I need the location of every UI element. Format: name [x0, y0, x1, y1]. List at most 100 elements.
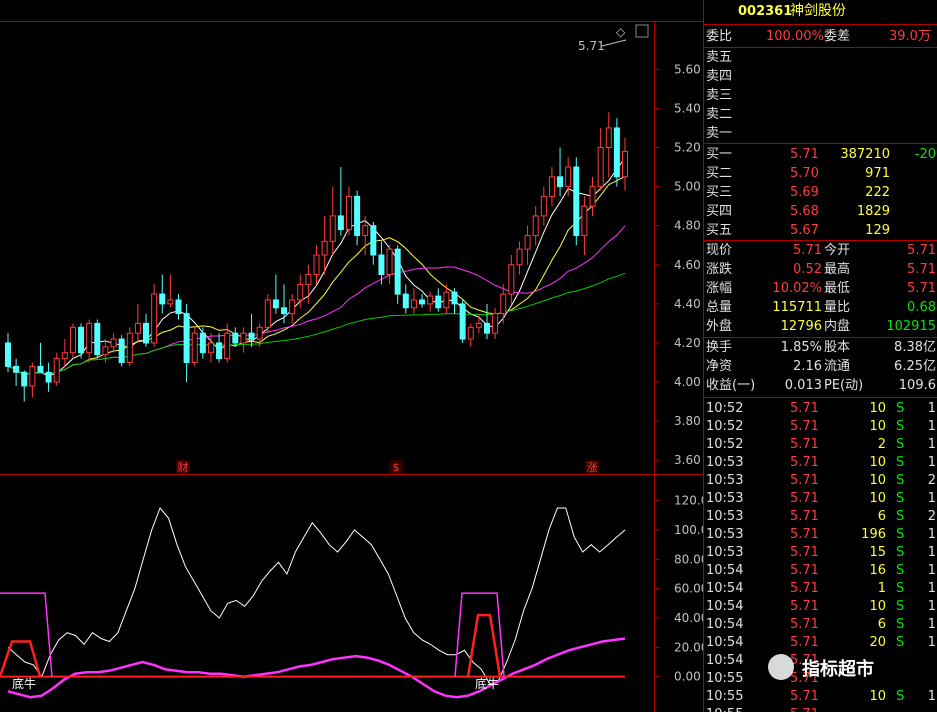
candle-body: [126, 332, 133, 364]
tick-time: 10:54: [706, 635, 744, 650]
candle-body: [337, 215, 344, 231]
quote-value: 12796: [780, 319, 822, 334]
quote-value: 5.71: [907, 262, 936, 277]
buy-change: -20: [914, 147, 936, 162]
indicator-tick-label: 80.00: [674, 552, 703, 566]
price-tick-label: 5.60: [674, 62, 701, 76]
quote-label: 最低: [824, 281, 851, 296]
buy-row: 买二 5.70 971: [704, 164, 937, 183]
tick-side: S: [896, 455, 905, 470]
candle-body: [451, 291, 458, 305]
indicator-tick-label: 40.00: [674, 611, 703, 625]
candle-body: [500, 293, 507, 315]
tick-volume: 20: [869, 635, 886, 650]
price-tick-label: 3.60: [674, 453, 701, 467]
quote-label: 量比: [824, 300, 851, 315]
weibi-label: 委比: [706, 29, 733, 44]
tick-row: 10:52 5.71 10 S 1: [704, 399, 937, 418]
tick-row: 10:53 5.71 10 S 1: [704, 453, 937, 472]
candle-body: [378, 254, 385, 276]
buy-volume: 971: [865, 166, 890, 181]
tick-price: 5.71: [790, 599, 819, 614]
tick-row: 10:55 5.71 10 S 1: [704, 687, 937, 706]
price-tick-label: 5.00: [674, 180, 701, 194]
tick-price: 5.71: [790, 527, 819, 542]
quote-value: 10.02%: [772, 281, 822, 296]
tick-volume: 10: [869, 455, 886, 470]
sell-row: 卖五: [704, 48, 937, 67]
candle-body: [305, 274, 312, 285]
quote-panel: 002361 神剑股份 委比 100.00% 委差 39.0万 卖五 卖四 卖三 卖二…: [703, 0, 937, 712]
candle-body: [362, 225, 369, 236]
candle-body: [289, 299, 296, 315]
tick-count: 1: [927, 455, 936, 470]
quote-row: 涨跌 0.52 最高 5.71: [704, 260, 937, 279]
buy-label: 买三: [706, 185, 733, 200]
candle-body: [557, 176, 564, 188]
candle-body: [402, 293, 409, 309]
tick-volume: 6: [877, 509, 886, 524]
candle-body: [45, 371, 52, 383]
tick-count: 2: [927, 509, 936, 524]
tick-side: S: [896, 563, 905, 578]
candle-body: [589, 186, 596, 207]
tick-time: 10:52: [706, 419, 744, 434]
candle-body: [622, 150, 628, 178]
diamond-icon[interactable]: ◇: [616, 25, 626, 39]
candle-body: [207, 342, 214, 354]
tick-price: 5.71: [790, 473, 819, 488]
tick-volume: 10: [869, 599, 886, 614]
candle-body: [297, 283, 304, 301]
tick-time: 10:53: [706, 473, 744, 488]
tick-volume: 10: [869, 473, 886, 488]
candle-body: [467, 326, 474, 340]
buy-volume: 387210: [840, 147, 890, 162]
quote-row: 涨幅 10.02% 最低 5.71: [704, 279, 937, 298]
candle-body: [475, 322, 482, 328]
tick-row: 10:52 5.71 2 S 1: [704, 435, 937, 454]
quote-label: 最高: [824, 262, 851, 277]
buy-price: 5.68: [790, 204, 819, 219]
candle-body: [264, 299, 271, 328]
candle-body: [143, 322, 150, 344]
tick-time: 10:54: [706, 563, 744, 578]
tick-side: S: [896, 509, 905, 524]
sell-row: 卖二: [704, 105, 937, 124]
tick-count: 1: [927, 563, 936, 578]
quote-row: 现价 5.71 今开 5.71: [704, 241, 937, 260]
stats-label: 股本: [824, 340, 851, 355]
tick-row: 10:53 5.71 10 S 1: [704, 489, 937, 508]
candle-body: [281, 307, 288, 315]
tick-time: 10:53: [706, 527, 744, 542]
tick-side: S: [896, 527, 905, 542]
candle-body: [167, 299, 174, 305]
candle-body: [175, 299, 182, 315]
price-tick-label: 4.00: [674, 375, 701, 389]
candle-body: [427, 295, 434, 305]
candle-body: [613, 127, 620, 178]
quote-label: 总量: [706, 300, 733, 315]
tick-side: S: [896, 491, 905, 506]
stats-row: 收益(一) 0.013 PE(动) 109.6: [704, 376, 937, 395]
tick-count: 2: [927, 473, 936, 488]
tick-price: 5.71: [790, 455, 819, 470]
tick-row: 10:54 5.71 6 S 1: [704, 615, 937, 634]
tick-time: 10:54: [706, 653, 744, 668]
stats-label: 净资: [706, 359, 733, 374]
tick-price: 5.71: [790, 491, 819, 506]
signal-label-0: 底牛: [12, 676, 36, 691]
tick-price: 5.71: [790, 509, 819, 524]
tick-side: S: [896, 401, 905, 416]
weibi-value: 100.00%: [766, 29, 824, 44]
candle-body: [370, 225, 377, 256]
tick-volume: 10: [869, 689, 886, 704]
candle-body: [240, 332, 247, 344]
buy-label: 买二: [706, 166, 733, 181]
quote-value: 5.71: [907, 281, 936, 296]
tick-time: 10:55: [706, 689, 744, 704]
candle-body: [118, 338, 125, 363]
tick-volume: 15: [869, 545, 886, 560]
quote-label: 现价: [706, 243, 733, 258]
buy-price: 5.69: [790, 185, 819, 200]
candle-body: [272, 299, 279, 309]
